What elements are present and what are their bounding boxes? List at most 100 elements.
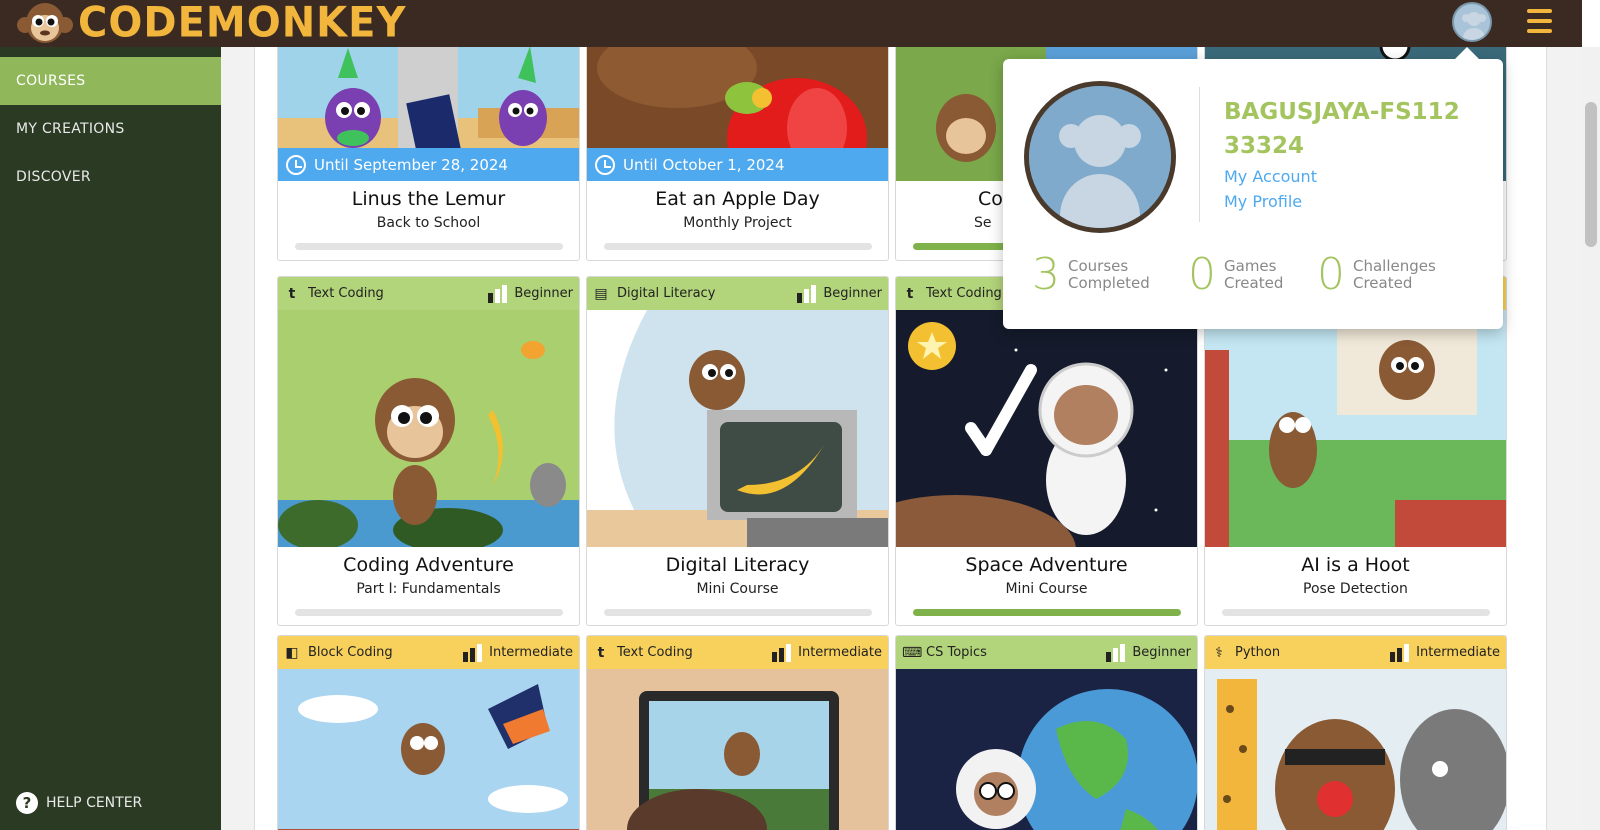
course-card-coding-adventure[interactable]: t Text Coding Beginner Coding Adventure … (277, 276, 580, 626)
profile-avatar-icon (1024, 81, 1176, 233)
course-title: Space Adventure (965, 554, 1128, 576)
course-progress-bar (603, 609, 872, 616)
document-icon: ▤ (594, 285, 608, 302)
course-title: Eat an Apple Day (655, 188, 820, 210)
stat-label: Games Created (1224, 258, 1283, 292)
help-center-label: HELP CENTER (46, 795, 143, 811)
codemonkey-logo[interactable]: CODEMONKEY (16, 0, 406, 46)
course-image (278, 669, 579, 830)
level-bars-icon (1390, 643, 1410, 662)
help-center-link[interactable]: ? HELP CENTER (16, 792, 142, 814)
logo-wordmark: CODEMONKEY (78, 0, 407, 48)
stat-games-created: 0 Games Created (1188, 252, 1283, 298)
course-image (587, 310, 888, 547)
block-coding-icon: ◧ (285, 644, 299, 661)
level-bars-icon (1106, 643, 1126, 662)
course-progress-bar (294, 243, 563, 250)
course-progress-bar (603, 243, 872, 250)
profile-popup: BAGUSJAYA-FS11233324 My Account My Profi… (1003, 47, 1503, 329)
sidebar-item-my-creations[interactable]: MY CREATIONS (0, 105, 221, 153)
course-subtitle: Mini Course (696, 581, 779, 597)
card-header: ◧ Block Coding Intermediate (278, 636, 579, 669)
category-label: Digital Literacy (617, 286, 716, 301)
course-card[interactable]: ⌨ CS Topics Beginner (895, 635, 1198, 830)
page-scrollbar[interactable] (1582, 47, 1600, 830)
text-coding-icon: t (597, 644, 605, 661)
monkey-logo-icon (17, 3, 73, 43)
my-profile-link[interactable]: My Profile (1224, 192, 1302, 211)
deadline-banner: Until September 28, 2024 (278, 148, 579, 181)
my-account-link[interactable]: My Account (1224, 167, 1317, 186)
card-header: ⚕ Python Intermediate (1205, 636, 1506, 669)
course-progress-bar (294, 609, 563, 616)
level-label: Intermediate (489, 645, 573, 660)
course-image (1205, 310, 1506, 547)
course-card[interactable]: Until September 28, 2024 Linus the Lemur… (277, 47, 580, 261)
deadline-banner: Until October 1, 2024 (587, 148, 888, 181)
course-subtitle: Part I: Fundamentals (356, 581, 501, 597)
course-subtitle: Back to School (376, 215, 481, 231)
sidebar: COURSES MY CREATIONS DISCOVER ? HELP CEN… (0, 47, 221, 830)
category-label: Text Coding (617, 645, 693, 660)
course-progress-bar (912, 609, 1181, 616)
stat-label-line1: Games (1224, 257, 1277, 275)
stat-value: 0 (1188, 249, 1216, 300)
card-header: t Text Coding Beginner (278, 277, 579, 310)
course-image (896, 669, 1197, 830)
profile-username: BAGUSJAYA-FS11233324 (1224, 99, 1460, 159)
deadline-text: Until October 1, 2024 (623, 155, 785, 174)
course-image (587, 669, 888, 830)
level-label: Beginner (1132, 645, 1191, 660)
course-card-digital-literacy[interactable]: ▤ Digital Literacy Beginner Digital Lite… (586, 276, 889, 626)
stat-value: 3 (1032, 249, 1060, 300)
level-label: Intermediate (798, 645, 882, 660)
card-header: ▤ Digital Literacy Beginner (587, 277, 888, 310)
user-avatar-icon[interactable] (1452, 2, 1492, 42)
stat-label: Challenges Created (1353, 258, 1436, 292)
stat-label-line2: Completed (1068, 274, 1150, 292)
stat-label: Courses Completed (1068, 258, 1150, 292)
hamburger-menu-icon[interactable] (1527, 9, 1552, 35)
level-bars-icon (463, 643, 483, 662)
card-header: t Text Coding Intermediate (587, 636, 888, 669)
card-header: ⌨ CS Topics Beginner (896, 636, 1197, 669)
course-image: Until October 1, 2024 (587, 47, 888, 181)
course-card[interactable]: ⚕ Python Intermediate (1204, 635, 1507, 830)
level-label: Beginner (823, 286, 882, 301)
category-label: Text Coding (926, 286, 1002, 301)
course-card[interactable]: Until October 1, 2024 Eat an Apple Day M… (586, 47, 889, 261)
course-image (278, 310, 579, 547)
course-title: Linus the Lemur (351, 188, 506, 210)
scrollbar-thumb[interactable] (1585, 102, 1597, 247)
level-bars-icon (797, 284, 817, 303)
level-label: Beginner (514, 286, 573, 301)
category-label: Text Coding (308, 286, 384, 301)
text-coding-icon: t (906, 285, 914, 302)
progress-fill (912, 609, 1181, 616)
course-subtitle: Monthly Project (683, 215, 792, 231)
stat-label-line2: Created (1353, 274, 1413, 292)
sidebar-item-courses[interactable]: COURSES (0, 57, 221, 105)
clock-icon (286, 154, 306, 175)
course-subtitle: Mini Course (1005, 581, 1088, 597)
course-title: AI is a Hoot (1301, 554, 1410, 576)
course-image (1205, 669, 1506, 830)
course-card[interactable]: ◧ Block Coding Intermediate (277, 635, 580, 830)
stat-label-line1: Challenges (1353, 257, 1436, 275)
level-bars-icon (772, 643, 792, 662)
course-title: Coding Adventure (343, 554, 514, 576)
question-icon: ? (16, 792, 38, 814)
deadline-text: Until September 28, 2024 (314, 155, 508, 174)
course-image (896, 310, 1197, 547)
course-card[interactable]: t Text Coding Intermediate (586, 635, 889, 830)
top-bar: CODEMONKEY (0, 0, 1582, 47)
stat-value: 0 (1317, 249, 1345, 300)
level-bars-icon (488, 284, 508, 303)
course-progress-bar (1221, 609, 1490, 616)
stat-challenges-created: 0 Challenges Created (1317, 252, 1436, 298)
stat-label-line1: Courses (1068, 257, 1129, 275)
sidebar-item-discover[interactable]: DISCOVER (0, 153, 221, 201)
category-label: CS Topics (926, 645, 987, 660)
category-label: Block Coding (308, 645, 393, 660)
clock-icon (595, 154, 615, 175)
